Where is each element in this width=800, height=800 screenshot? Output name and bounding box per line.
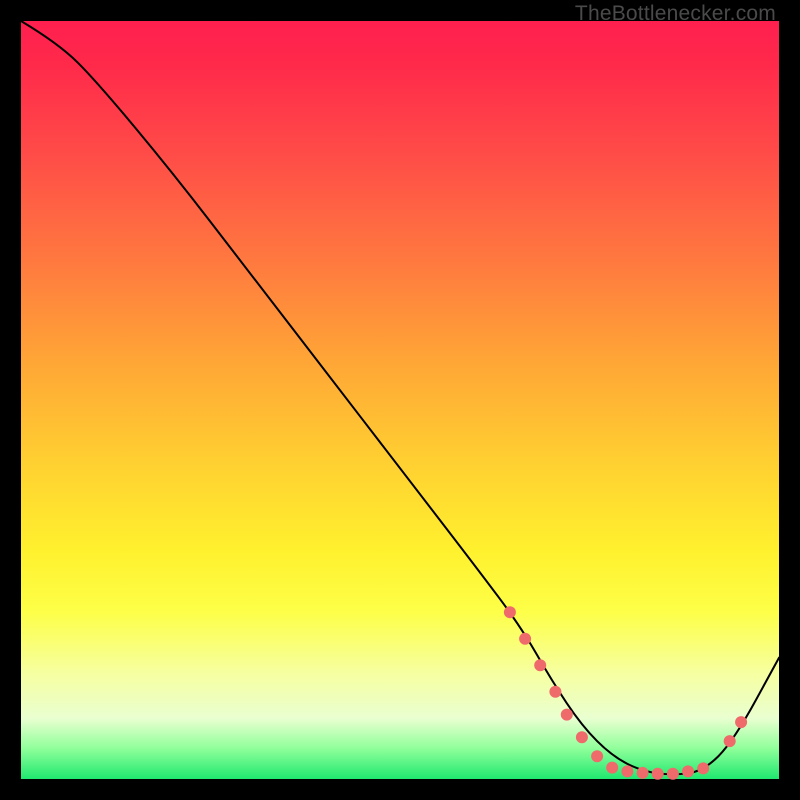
- bottleneck-curve: [21, 21, 779, 774]
- data-marker: [591, 750, 603, 762]
- data-marker: [682, 765, 694, 777]
- data-markers: [504, 606, 747, 780]
- curve-layer: [21, 21, 779, 779]
- data-marker: [652, 768, 664, 780]
- data-marker: [667, 768, 679, 780]
- chart-frame: TheBottlenecker.com: [0, 0, 800, 800]
- data-marker: [724, 735, 736, 747]
- data-marker: [697, 762, 709, 774]
- data-marker: [534, 659, 546, 671]
- data-marker: [735, 716, 747, 728]
- data-marker: [504, 606, 516, 618]
- data-marker: [519, 633, 531, 645]
- data-marker: [549, 686, 561, 698]
- data-marker: [606, 762, 618, 774]
- data-marker: [637, 767, 649, 779]
- plot-area: [21, 21, 779, 779]
- data-marker: [561, 709, 573, 721]
- data-marker: [621, 765, 633, 777]
- data-marker: [576, 731, 588, 743]
- attribution-label: TheBottlenecker.com: [575, 2, 776, 26]
